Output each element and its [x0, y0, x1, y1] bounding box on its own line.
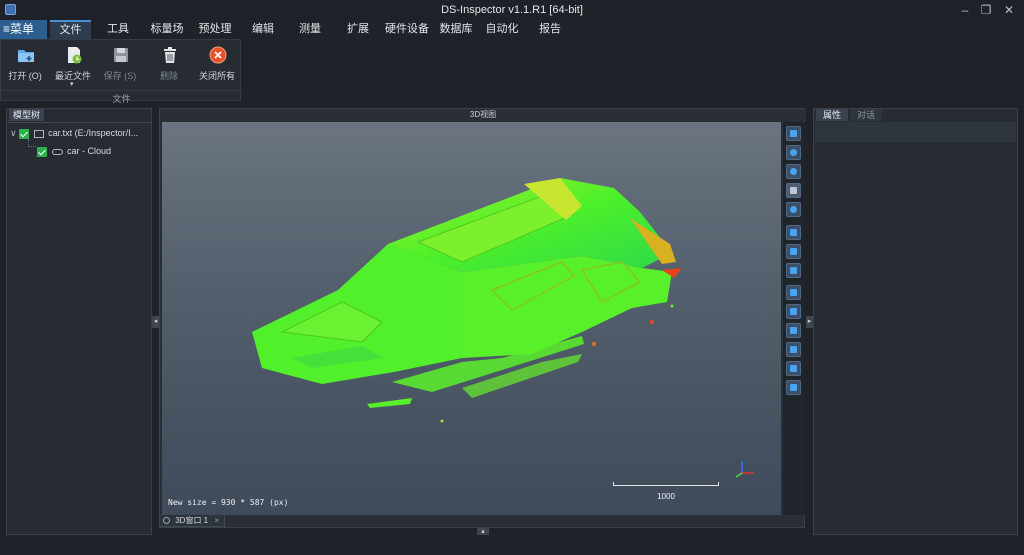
tree-item-car-cloud[interactable]: car - Cloud: [37, 144, 111, 158]
model-tree-panel: 模型树 ∨ car.txt (E:/Inspector/I... car - C…: [6, 108, 152, 535]
scale-bar: [613, 482, 719, 486]
view-left-icon[interactable]: [786, 323, 801, 338]
tab-3d-window-1[interactable]: 3D窗口 1 ×: [159, 514, 225, 527]
tab-measure[interactable]: 测量: [293, 20, 327, 39]
tree-item-label: car - Cloud: [67, 146, 112, 156]
ribbon-group-label: 文件: [1, 90, 242, 105]
main-menu-button[interactable]: ≡菜单: [0, 20, 47, 39]
trash-icon: [164, 47, 176, 63]
chevron-down-icon[interactable]: ∨: [10, 128, 17, 138]
menu-bar: ≡菜单 文件 工具 标量场 预处理 编辑 测量 扩展 硬件设备 数据库 自动化 …: [0, 20, 1024, 39]
chevron-down-icon: ▾: [70, 81, 74, 88]
close-tab-icon[interactable]: ×: [214, 516, 219, 525]
pivot-point-icon[interactable]: [786, 145, 801, 160]
properties-header: [815, 122, 1016, 142]
tab-database[interactable]: 数据库: [435, 20, 477, 39]
tab-tools[interactable]: 工具: [100, 20, 136, 39]
tab-file[interactable]: 文件: [50, 20, 91, 39]
scale-bar-label: 1000: [657, 492, 675, 501]
collapse-bottom-handle[interactable]: ▴: [477, 528, 489, 535]
viewport-3d[interactable]: 1000 New size = 930 * 587 (px): [162, 122, 781, 515]
tab-automation[interactable]: 自动化: [481, 20, 523, 39]
visibility-checkbox[interactable]: [19, 128, 30, 139]
close-all-button[interactable]: 关闭所有: [194, 42, 240, 88]
camera-orbit-icon[interactable]: [786, 164, 801, 179]
title-bar: DS-Inspector v1.1.R1 [64-bit] – ❐ ✕: [0, 0, 1024, 20]
fullscreen-view-icon[interactable]: [786, 126, 801, 141]
view-front-icon[interactable]: [786, 304, 801, 319]
cloud-icon: [51, 148, 63, 155]
save-icon: [114, 48, 128, 62]
collapse-left-handle[interactable]: ◂: [152, 316, 159, 328]
tab-edit[interactable]: 编辑: [246, 20, 280, 39]
tab-hardware[interactable]: 硬件设备: [383, 20, 431, 39]
divider: [7, 122, 151, 123]
save-button[interactable]: 保存 (S): [97, 42, 143, 88]
visibility-checkbox[interactable]: [37, 146, 47, 157]
zoom-icon[interactable]: [786, 202, 801, 217]
folder-open-icon: [18, 50, 34, 62]
collapse-right-handle[interactable]: ▸: [806, 316, 813, 328]
view-bottom-icon[interactable]: [786, 380, 801, 395]
save-label: 保存 (S): [103, 71, 137, 81]
recent-files-button[interactable]: 最近文件 ▾: [50, 42, 96, 88]
restore-icon[interactable]: ❐: [979, 3, 993, 17]
close-all-icon: [209, 46, 227, 64]
file-ribbon: 打开 (O) 最近文件 ▾ 保存 (S) 删除 关闭所有 文件: [0, 39, 242, 104]
tree-connector: [28, 139, 36, 147]
delete-label: 删除: [159, 71, 178, 81]
view-back-icon[interactable]: [786, 342, 801, 357]
close-all-label: 关闭所有: [198, 71, 235, 81]
open-button[interactable]: 打开 (O): [2, 42, 48, 88]
view-top-icon[interactable]: [786, 285, 801, 300]
tab-3d-window-label: 3D窗口 1: [175, 516, 209, 525]
file-icon: [33, 129, 44, 138]
section-view-icon[interactable]: [786, 244, 801, 259]
tab-scalar-field[interactable]: 标量场: [145, 20, 189, 39]
view-3d-title: 3D视图: [160, 109, 806, 121]
layer-view-icon[interactable]: [786, 225, 801, 240]
tab-dialog[interactable]: 对话: [850, 109, 882, 121]
view-3d-panel: 3D视图 1000 New size = 930 * 587 (px): [159, 108, 806, 528]
point-cloud-car: [252, 178, 682, 423]
recent-file-icon: [68, 47, 82, 64]
axis-gizmo-icon: [735, 461, 754, 478]
close-icon[interactable]: ✕: [1002, 3, 1016, 17]
viewport-status-text: New size = 930 * 587 (px): [168, 498, 289, 507]
tab-report[interactable]: 报告: [533, 20, 567, 39]
tab-model-tree[interactable]: 模型树: [9, 109, 45, 121]
projection-view-icon[interactable]: [786, 263, 801, 278]
tab-preprocess[interactable]: 预处理: [194, 20, 236, 39]
delete-button[interactable]: 删除: [146, 42, 192, 88]
tab-properties[interactable]: 属性: [816, 109, 848, 121]
properties-panel: 属性 对话: [813, 108, 1018, 535]
pointer-pick-icon[interactable]: [786, 183, 801, 198]
minimize-icon[interactable]: –: [958, 3, 972, 17]
window-title: DS-Inspector v1.1.R1 [64-bit]: [441, 4, 583, 16]
tab-extend[interactable]: 扩展: [341, 20, 375, 39]
tree-item-car-txt[interactable]: ∨ car.txt (E:/Inspector/I...: [10, 126, 138, 140]
tree-item-label: car.txt (E:/Inspector/I...: [48, 128, 139, 138]
view-toolbar: [783, 122, 805, 515]
view-right-icon[interactable]: [786, 361, 801, 376]
search-icon: [163, 517, 170, 525]
open-label: 打开 (O): [8, 71, 42, 81]
